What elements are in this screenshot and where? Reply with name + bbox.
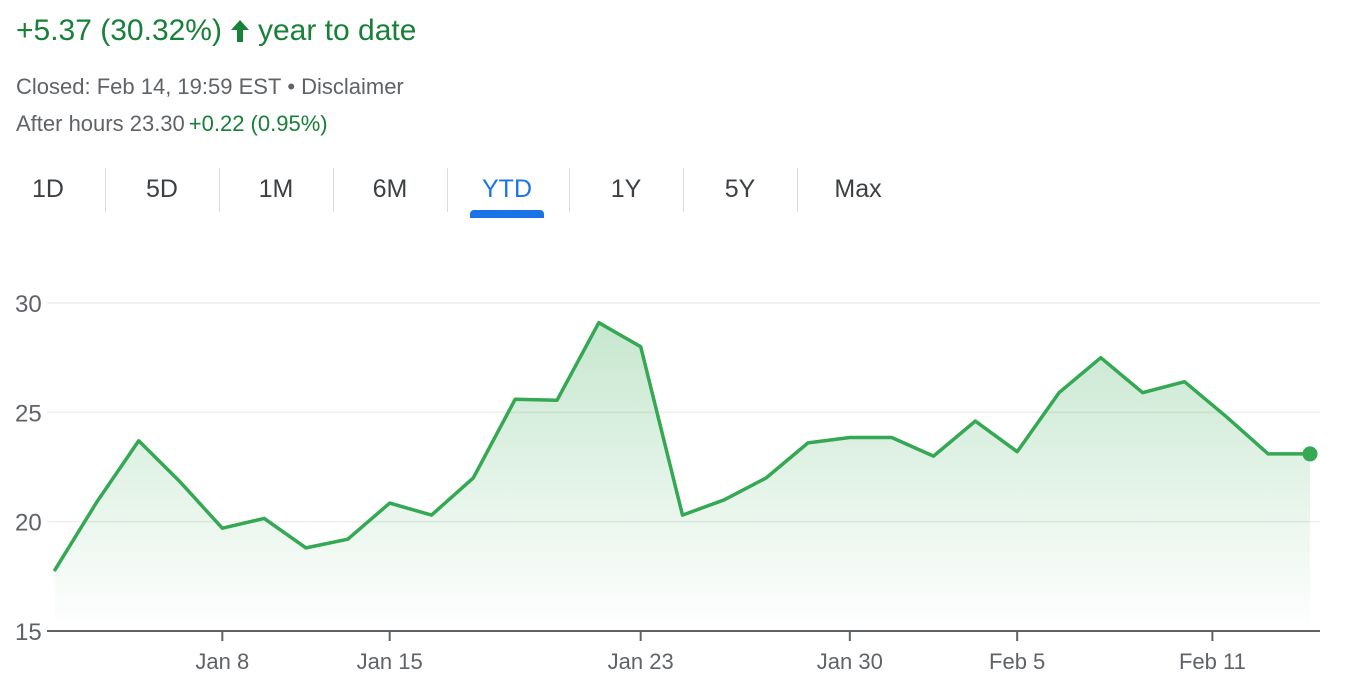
x-tick-label: Jan 8 [195,649,249,674]
x-axis-labels: Jan 8 Jan 15 Jan 23 Jan 30 Feb 5 Feb 11 [195,649,1245,674]
x-axis [47,630,1320,641]
area-path [55,322,1310,631]
y-tick-label: 15 [15,619,42,646]
price-chart[interactable]: 30 25 20 15 Jan 8 Jan 15 Jan 23 Jan 30 Feb 5 Feb… [0,0,1352,696]
x-tick-label: Feb 5 [989,649,1045,674]
last-price-dot [1302,446,1318,462]
area-fill [55,322,1310,631]
y-tick-label: 25 [15,400,42,427]
y-tick-label: 20 [15,510,42,537]
x-tick-label: Jan 15 [357,649,423,674]
data-points [1302,446,1318,462]
x-tick-label: Jan 23 [608,649,674,674]
x-tick-label: Jan 30 [817,649,883,674]
x-tick-label: Feb 11 [1179,649,1246,674]
y-tick-label: 30 [15,291,42,318]
y-axis-labels: 30 25 20 15 [15,291,42,646]
